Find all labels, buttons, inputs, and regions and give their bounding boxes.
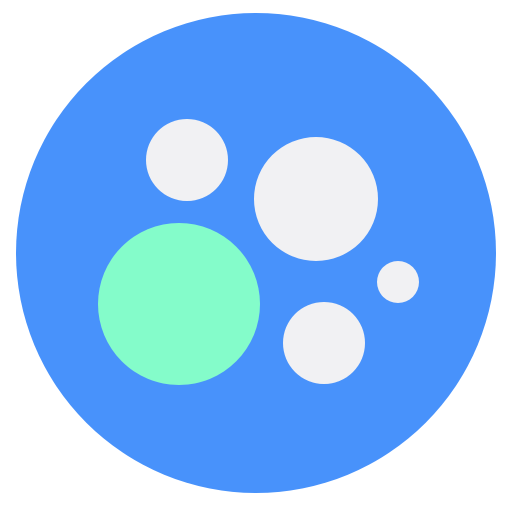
app-icon-canvas [0,0,512,512]
bubbles-app-icon [16,13,496,493]
bubble-top-left [146,119,228,201]
icon-background-circle [16,13,496,493]
bubble-small-right [377,261,419,303]
bubble-top-right-large [254,137,378,261]
bubble-accent [98,223,260,385]
bubble-bottom [283,302,365,384]
